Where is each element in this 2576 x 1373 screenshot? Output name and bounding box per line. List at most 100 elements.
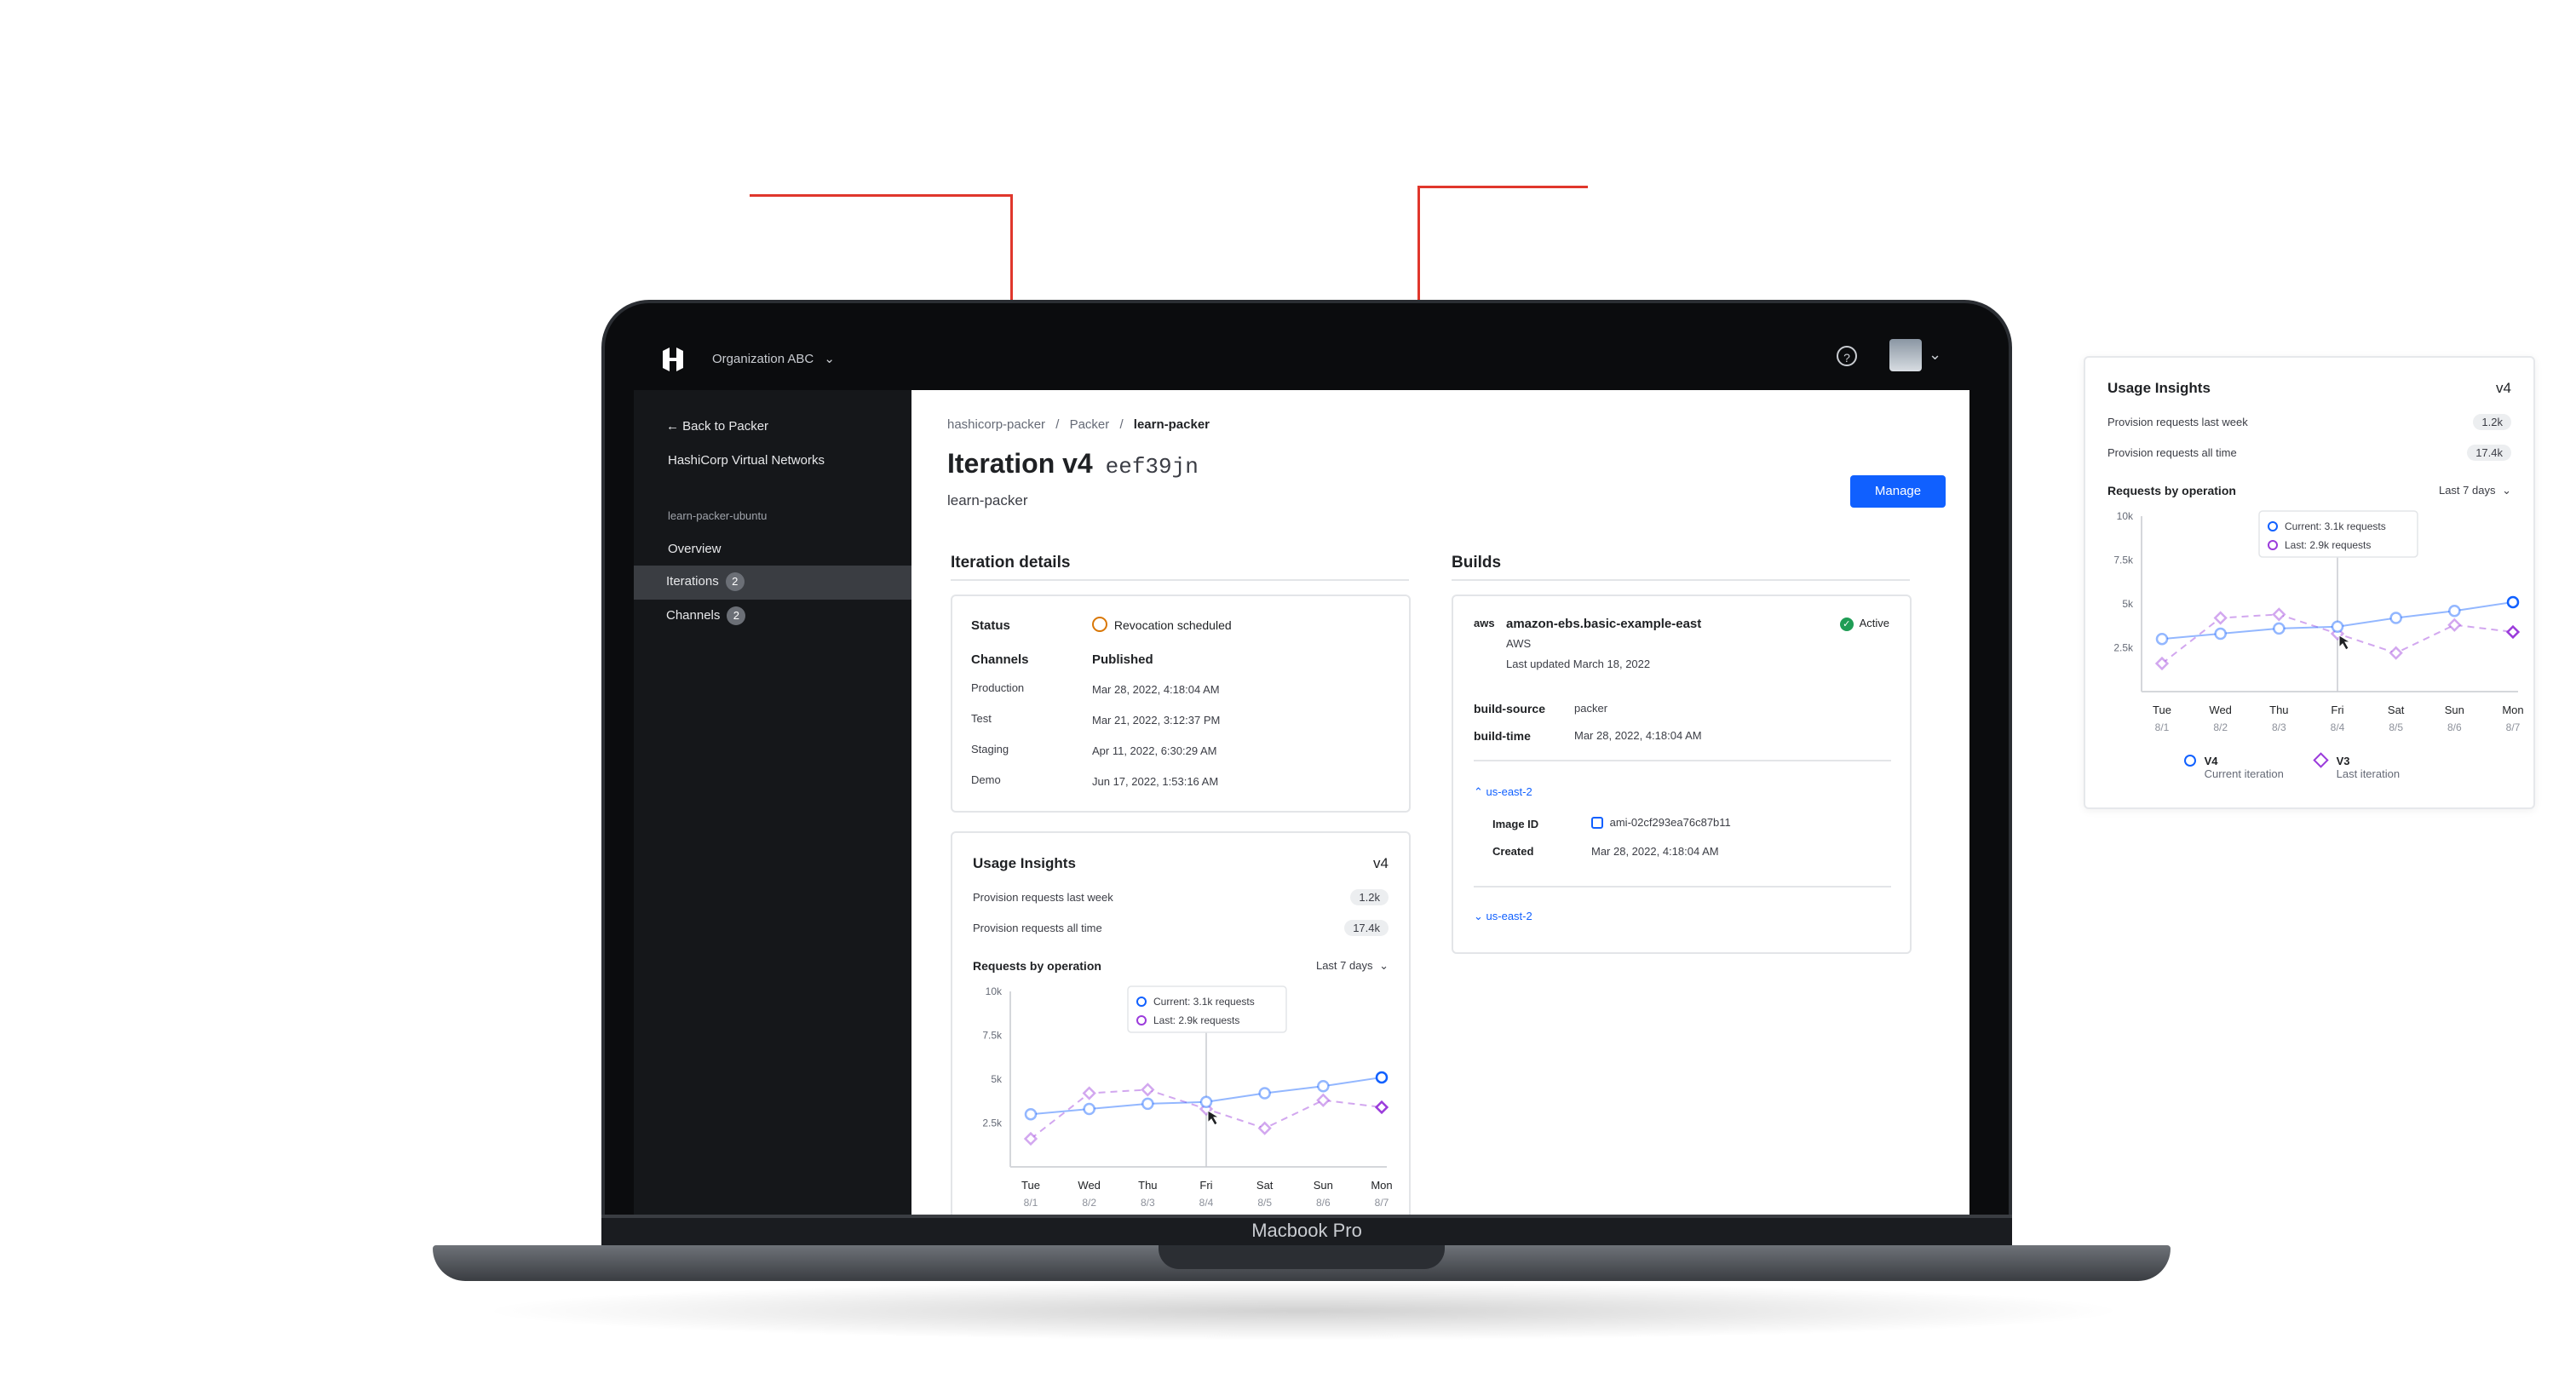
data-point-v3	[2213, 611, 2228, 625]
image-id-value: ami-02cf293ea76c87b11	[1591, 816, 1731, 829]
org-switcher-label: Organization ABC	[712, 352, 814, 366]
usage-insights-version: v4	[1373, 855, 1389, 871]
build-status: ✓ Active	[1839, 617, 1889, 631]
created-label: Created	[1492, 845, 1534, 858]
build-updated: Last updated March 18, 2022	[1506, 658, 1651, 670]
x-tick-sublabel: 8/6	[2447, 721, 2462, 733]
y-tick-label: 5k	[991, 1073, 1003, 1085]
data-point-v4	[1024, 1107, 1038, 1121]
chevron-down-icon: ⌄	[1379, 959, 1389, 972]
legend-series-name: V3	[2336, 755, 2350, 767]
data-point-v3	[1316, 1093, 1331, 1107]
sidebar-bucket-name: learn-packer-ubuntu	[668, 509, 768, 522]
usage-insights-title: Usage Insights	[2107, 380, 2211, 396]
tooltip-last-text: Last: 2.9k requests	[2285, 539, 2371, 551]
circle-marker-icon	[2184, 755, 2196, 767]
sidebar-item-iterations[interactable]: Iterations 2	[666, 572, 745, 591]
region-label: us-east-2	[1486, 785, 1532, 798]
data-point-v3	[1082, 1086, 1096, 1100]
x-tick-label: Tue	[2153, 704, 2171, 716]
avatar-chevron-down-icon[interactable]: ⌄	[1929, 346, 1941, 364]
data-point-v4	[2331, 620, 2344, 634]
created-value: Mar 28, 2022, 4:18:04 AM	[1591, 845, 1719, 858]
x-tick-label: Sun	[1314, 1179, 1333, 1192]
image-id-text: ami-02cf293ea76c87b11	[1609, 816, 1731, 829]
diamond-marker-icon	[2313, 752, 2329, 768]
copy-icon[interactable]	[1591, 817, 1603, 829]
data-point-v3	[2272, 607, 2286, 622]
org-switcher[interactable]: Organization ABC ⌄	[712, 351, 835, 366]
region-toggle-expanded[interactable]: ⌃ us-east-2	[1474, 785, 1532, 799]
x-tick-label: Wed	[1078, 1179, 1101, 1192]
user-avatar[interactable]	[1889, 339, 1922, 371]
clock-warning-icon	[1092, 617, 1107, 632]
hashicorp-logo-icon[interactable]	[658, 344, 688, 375]
requests-all-time-pill: 17.4k	[2467, 445, 2511, 461]
x-tick-sublabel: 8/2	[2213, 721, 2228, 733]
breadcrumb-separator: /	[1055, 417, 1060, 432]
data-point-v4	[1199, 1095, 1213, 1109]
data-point-v3	[1257, 1121, 1272, 1135]
channels-count-badge: 2	[727, 606, 746, 625]
usage-insights-zoom-card: Usage Insights v4 Provision requests las…	[2084, 356, 2535, 809]
x-tick-sublabel: 8/3	[1141, 1197, 1155, 1209]
x-tick-sublabel: 8/2	[1082, 1197, 1096, 1209]
x-tick-sublabel: 8/5	[2389, 721, 2403, 733]
y-tick-label: 5k	[2122, 598, 2134, 610]
sidebar-project-name: HashiCorp Virtual Networks	[668, 453, 825, 468]
requests-all-time-label: Provision requests all time	[973, 922, 1102, 934]
chevron-down-icon: ⌄	[824, 352, 835, 366]
device-label: Macbook Pro	[1251, 1220, 1362, 1241]
channels-label: Channels	[971, 652, 1029, 667]
data-point-v4	[2506, 595, 2520, 609]
date-range-select[interactable]: Last 7 days ⌄	[1316, 959, 1389, 973]
channel-row-value: Mar 21, 2022, 3:12:37 PM	[1092, 714, 1221, 727]
sidebar-item-channels[interactable]: Channels 2	[666, 606, 746, 625]
date-range-select[interactable]: Last 7 days ⌄	[2439, 484, 2511, 497]
status-value: Revocation scheduled	[1092, 617, 1232, 632]
x-tick-sublabel: 8/1	[1024, 1197, 1038, 1209]
requests-last-week-pill: 1.2k	[1350, 889, 1389, 905]
data-point-v4	[2448, 604, 2461, 618]
x-tick-sublabel: 8/7	[2506, 721, 2521, 733]
data-point-v3	[2447, 618, 2462, 632]
manage-button[interactable]: Manage	[1850, 475, 1946, 508]
builds-divider	[1452, 579, 1910, 581]
data-point-v4	[1141, 1097, 1154, 1111]
channel-row-value: Jun 17, 2022, 1:53:16 AM	[1092, 775, 1219, 788]
data-point-v4	[1375, 1071, 1389, 1084]
requests-all-time-pill: 17.4k	[1344, 920, 1389, 936]
iteration-details-heading: Iteration details	[951, 554, 1071, 572]
data-point-v4	[2389, 612, 2402, 624]
x-tick-sublabel: 8/4	[2331, 721, 2345, 733]
main-content: hashicorp-packer / Packer / learn-packer…	[911, 390, 1969, 1215]
sidebar-item-iterations-label: Iterations	[666, 574, 719, 589]
laptop-notch	[1159, 1245, 1445, 1269]
x-tick-label: Fri	[2331, 704, 2343, 716]
channel-row-label: Production	[971, 681, 1025, 694]
data-point-v4	[2273, 622, 2286, 635]
arrow-left-icon: ←	[666, 419, 679, 434]
builds-heading: Builds	[1452, 554, 1502, 572]
callout-line-right-horizontal	[1417, 186, 1588, 188]
region-toggle-collapsed[interactable]: ⌄ us-east-2	[1474, 910, 1532, 923]
build-time-label: build-time	[1474, 729, 1531, 743]
requests-all-time-value: 17.4k	[1344, 920, 1389, 936]
requests-last-week-value: 1.2k	[2473, 414, 2511, 430]
usage-insights-title: Usage Insights	[973, 855, 1076, 871]
build-time-value: Mar 28, 2022, 4:18:04 AM	[1574, 729, 1702, 742]
sidebar-item-overview[interactable]: Overview	[668, 542, 722, 556]
requests-last-week-label: Provision requests last week	[973, 891, 1113, 904]
chevron-up-icon: ⌃	[1474, 785, 1483, 798]
breadcrumb-packer[interactable]: Packer	[1070, 417, 1110, 432]
x-tick-label: Tue	[1021, 1179, 1040, 1192]
channel-row-label: Staging	[971, 743, 1009, 755]
build-status-text: Active	[1859, 617, 1889, 629]
back-to-packer-link[interactable]: ← Back to Packer	[666, 419, 768, 434]
help-icon[interactable]: ?	[1837, 346, 1857, 366]
requests-last-week-label: Provision requests last week	[2107, 416, 2248, 428]
breadcrumb-org[interactable]: hashicorp-packer	[947, 417, 1045, 432]
breadcrumb: hashicorp-packer / Packer / learn-packer	[947, 417, 1210, 432]
sidebar: ← Back to Packer HashiCorp Virtual Netwo…	[634, 390, 911, 1215]
sidebar-item-channels-label: Channels	[666, 608, 721, 623]
